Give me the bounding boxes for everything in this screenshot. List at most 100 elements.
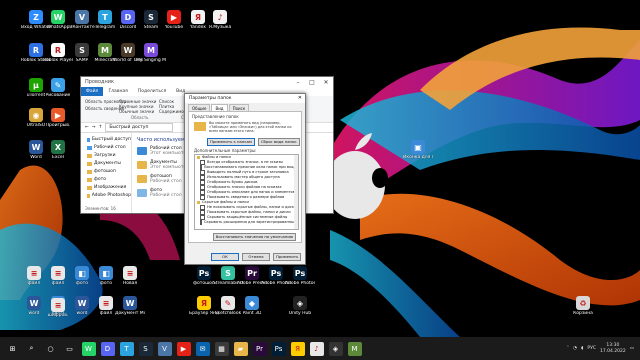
task-view-icon[interactable]: ▭ — [62, 341, 77, 356]
desktop-shortcut-label: Рисование — [45, 93, 71, 98]
desktop-shortcut[interactable]: ▣Иконка для папки — [403, 140, 433, 160]
folder-icon — [87, 170, 92, 174]
whatsapp-icon[interactable]: W — [81, 341, 96, 356]
recycle-bin-icon: ♻ — [576, 296, 590, 310]
ribbon-tab[interactable]: Поделиться — [133, 87, 171, 96]
volume-icon[interactable]: ◖ — [581, 346, 583, 351]
folder-location: Рабочий стол — [150, 193, 182, 198]
steam-icon: S — [144, 10, 158, 24]
tray-overflow-icon[interactable]: ˄ — [567, 346, 569, 351]
reset-folders-button[interactable]: Сброс вида папок — [257, 138, 300, 146]
restore-defaults-button[interactable]: Восстановить значения по умолчанию — [212, 233, 296, 241]
mail-icon[interactable]: ✉ — [195, 341, 210, 356]
advanced-setting-item[interactable]: Скрывать расширения для зарегистрированн… — [195, 220, 298, 225]
desktop-shortcut[interactable]: MMy Singing Monsters — [136, 43, 166, 63]
ribbon-tab[interactable]: Главная — [103, 87, 132, 96]
ultraiso-icon: ◉ — [29, 108, 43, 122]
language-indicator[interactable]: РУС — [587, 346, 596, 351]
desktop-shortcut-label: Yandex — [190, 25, 206, 30]
dialog-tab[interactable]: Вид — [211, 104, 228, 111]
folder-icon — [87, 178, 92, 182]
minecraft-icon[interactable]: M — [347, 341, 362, 356]
photoshop-icon[interactable]: Ps — [271, 341, 286, 356]
desktop-shortcut-label: SAMP — [75, 58, 89, 63]
advanced-list-scrollbar[interactable] — [294, 155, 298, 229]
up-arrow-icon[interactable]: ↑ — [99, 125, 103, 130]
desktop-shortcut-label: YouTube — [164, 25, 184, 30]
desktop-shortcut[interactable]: ≡ шифров. — [44, 298, 72, 318]
vk-icon[interactable]: V — [157, 341, 172, 356]
dialog-tab[interactable]: Общие — [188, 104, 211, 111]
nav-item[interactable]: Быстрый доступ — [81, 136, 131, 144]
view-medium-icons[interactable]: Обычные значки — [119, 109, 154, 114]
explorer-icon[interactable]: ▰ — [233, 341, 248, 356]
premiere-icon: Pr — [245, 266, 259, 280]
desktop-shortcut[interactable]: ◆ Paint 3D — [238, 296, 266, 316]
nav-item[interactable]: Загрузки — [81, 152, 131, 160]
steam-icon[interactable]: S — [138, 341, 153, 356]
nav-item[interactable]: Adobe Photoshop — [81, 192, 131, 200]
back-arrow-icon[interactable]: ← — [85, 125, 89, 130]
desktop-shortcut[interactable]: ≡ Новая — [116, 266, 144, 286]
music-icon[interactable]: ♪ — [309, 341, 324, 356]
notifications-icon[interactable]: ▭ — [630, 346, 634, 351]
dialog-tab[interactable]: Поиск — [228, 104, 250, 111]
telegram-icon[interactable]: T — [119, 341, 134, 356]
forward-arrow-icon[interactable]: → — [92, 125, 96, 130]
cancel-button[interactable]: Отмена — [242, 253, 270, 261]
streamlabs-icon: S — [221, 266, 235, 280]
clock[interactable]: 13:30 17.04.2022 — [600, 343, 626, 355]
youtube-icon[interactable]: ▶ — [176, 341, 191, 356]
nav-item[interactable]: фотошоп — [81, 168, 131, 176]
desktop-shortcut[interactable]: ♪ Я.Музыка — [206, 10, 234, 30]
view-content[interactable]: Содержимое — [159, 109, 186, 114]
desktop-shortcut[interactable]: PsAdobe Photoshop — [285, 266, 315, 286]
calendar-icon[interactable]: ▦ — [214, 341, 229, 356]
desktop-shortcut-label: word — [28, 311, 40, 316]
discord-icon[interactable]: D — [100, 341, 115, 356]
word-icon: W — [123, 296, 137, 310]
desktop-shortcut[interactable]: ♻ Корзина — [569, 296, 597, 316]
nav-item-label: Загрузки — [94, 153, 116, 158]
search-icon[interactable]: ⌕ — [24, 341, 39, 356]
cortana-icon[interactable]: ○ — [43, 341, 58, 356]
sketchbook-icon: ✎ — [221, 296, 235, 310]
ok-button[interactable]: ОК — [211, 253, 239, 261]
msm-icon: M — [144, 43, 158, 57]
desktop-shortcut[interactable]: ◈ Unity Hub — [286, 296, 314, 316]
address-input[interactable]: Быстрый доступ — [105, 123, 174, 132]
premiere-icon[interactable]: Pr — [252, 341, 267, 356]
desktop-shortcut[interactable]: ▶ Проигрыв. — [44, 108, 72, 128]
desktop-shortcut-label: uTorrent — [26, 93, 46, 98]
nav-item[interactable]: Рабочий стол — [81, 144, 131, 152]
desktop-shortcut-label: My Singing Monsters — [136, 58, 166, 63]
nav-item[interactable]: Документы — [81, 160, 131, 168]
advanced-settings-list[interactable]: Файлы и папки Всегда отображать значки, а… — [194, 154, 299, 230]
minimize-button[interactable]: – — [291, 77, 305, 87]
dialog-close-icon[interactable]: ✕ — [298, 94, 302, 103]
yandex-browser-icon[interactable]: Я — [290, 341, 305, 356]
apply-button[interactable]: Применить — [273, 253, 301, 261]
excel-icon: X — [51, 140, 65, 154]
windows-start-icon[interactable]: ⊞ — [5, 341, 20, 356]
dialog-titlebar[interactable]: Параметры папок ✕ — [185, 94, 305, 103]
minecraft-icon: M — [98, 43, 112, 57]
nav-item[interactable]: Изображения — [81, 184, 131, 192]
folder-tile-text: фото Рабочий стол — [150, 188, 182, 198]
apply-to-folders-button[interactable]: Применить к папкам — [207, 138, 255, 146]
maximize-button[interactable]: □ — [305, 77, 319, 87]
desktop-shortcut-label: Документ Microsof.. — [115, 311, 145, 316]
desktop-shortcut[interactable]: ✎ Рисование — [44, 78, 72, 98]
photoshop-icon: Ps — [197, 266, 211, 280]
unity-icon[interactable]: ◈ — [328, 341, 343, 356]
new-doc-icon: ≡ — [123, 266, 137, 280]
yandex-music-icon: ♪ — [213, 10, 227, 24]
ribbon-tab[interactable]: Файл — [81, 87, 104, 96]
close-button[interactable]: ✕ — [319, 77, 333, 87]
desktop-shortcut-label: Иконка для папки — [403, 155, 433, 160]
network-icon[interactable]: ◔ — [573, 346, 577, 351]
desktop-shortcut[interactable]: WДокумент Microsof.. — [115, 296, 145, 316]
desktop-shortcut[interactable]: X Excel — [44, 140, 72, 160]
checkbox[interactable] — [200, 220, 202, 225]
nav-item[interactable]: фото — [81, 176, 131, 184]
